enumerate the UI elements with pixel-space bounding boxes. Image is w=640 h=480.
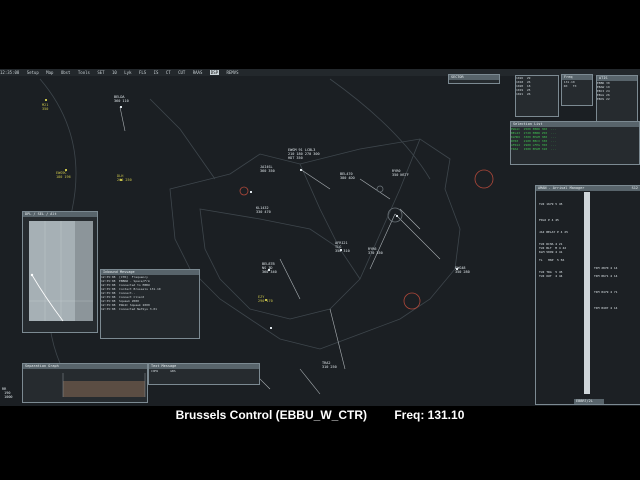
- inbound-message-log: 12:35:08 [CTR] Frequency 12:35:08 EBBRW …: [101, 275, 161, 311]
- atis-window[interactable]: ATIS EBBR 30 EBAW 19 EBCI 24 EBLG 26 EBO…: [596, 75, 638, 122]
- video-caption: Brussels Control (EBBU_W_CTR) Freq: 131.…: [0, 406, 640, 424]
- aircraft-tag-uncontrolled[interactable]: M21 350: [42, 103, 48, 111]
- aman-sequence-right: TIM 2870 4 14 TIM 8671 4 14 TIM 8479 4 7…: [594, 266, 618, 310]
- aircraft-tag[interactable]: BELDA 360 110: [114, 95, 129, 103]
- aman-window[interactable]: AMAN - Arrival Manager S12 TUI 1679 5 45…: [535, 185, 640, 405]
- text-message-window[interactable]: Text Message COM1 GBS: [148, 363, 260, 385]
- text-message-target: GBS: [170, 369, 176, 373]
- caption-station: Brussels Control (EBBU_W_CTR): [175, 408, 367, 422]
- metar-window[interactable]: 1026 29 1018 26 1020 18 1019 25 1021 26: [515, 75, 559, 117]
- letterbox-top: [0, 0, 640, 69]
- profile-graph: [29, 221, 93, 322]
- aircraft-tag-uncontrolled[interactable]: DLH 260 250: [117, 174, 132, 182]
- aman-timeline[interactable]: [584, 192, 590, 394]
- text-message-channel: COM1: [151, 369, 159, 373]
- radar-scope[interactable]: 12:35:08 Setup Map Obst Tools SET 10 Lyk…: [0, 69, 640, 406]
- aircraft-tag-uncontrolled[interactable]: EZY 290 170: [258, 295, 273, 303]
- aman-title: AMAN - Arrival Manager: [538, 186, 585, 190]
- aircraft-tag[interactable]: KL1432 330 470: [256, 206, 271, 214]
- aman-header: S12: [631, 186, 638, 190]
- sel-list-window[interactable]: Selection List EWG1C 2500 EBBR 360 ... B…: [510, 121, 640, 165]
- caption-frequency: Freq: 131.10: [394, 408, 465, 422]
- aman-sequence: TUI 1679 5 45 FDL6 P 4 45 JAI BELAY P 4 …: [539, 202, 568, 278]
- sector-title-window[interactable]: SECTOR: [448, 74, 500, 84]
- separation-graph-window[interactable]: Separation Graph: [22, 363, 148, 403]
- aircraft-tag-uncontrolled[interactable]: EWG9C 180 196: [56, 171, 71, 179]
- status-readout: RR 190 1000: [2, 387, 13, 399]
- aircraft-tag[interactable]: RYR0 350 NSTF: [392, 169, 409, 177]
- aircraft-tag[interactable]: EWGM 91 LCBL3 210 180 270 300 HDT 350: [288, 148, 320, 160]
- plot-window[interactable]: DPL / SEL / Alt: [22, 211, 98, 333]
- frequency-window[interactable]: Freq 131.10 RX TX: [561, 74, 593, 106]
- aircraft-tag[interactable]: AFR121 TLG 350 310: [335, 241, 350, 253]
- aircraft-tag[interactable]: BEL87B NS 3D 360 340: [262, 262, 277, 274]
- sel-list-rows: EWG1C 2500 EBBR 360 ... BEL43 2720 EBBR …: [511, 127, 557, 151]
- aircraft-tag[interactable]: JAI4SL 360 350: [260, 165, 275, 173]
- aircraft-tag[interactable]: BEL470 380 4DO: [340, 172, 355, 180]
- separation-graph: [62, 373, 146, 397]
- inbound-message-window[interactable]: Inbound Message 12:35:08 [CTR] Frequency…: [100, 269, 200, 339]
- aircraft-tag[interactable]: EWG48 350 280: [455, 266, 470, 274]
- aircraft-tag[interactable]: TRA2 310 250: [322, 361, 337, 369]
- aircraft-tag[interactable]: RYR6 370 350: [368, 247, 383, 255]
- aman-runway: EBBR7/2L: [574, 399, 604, 404]
